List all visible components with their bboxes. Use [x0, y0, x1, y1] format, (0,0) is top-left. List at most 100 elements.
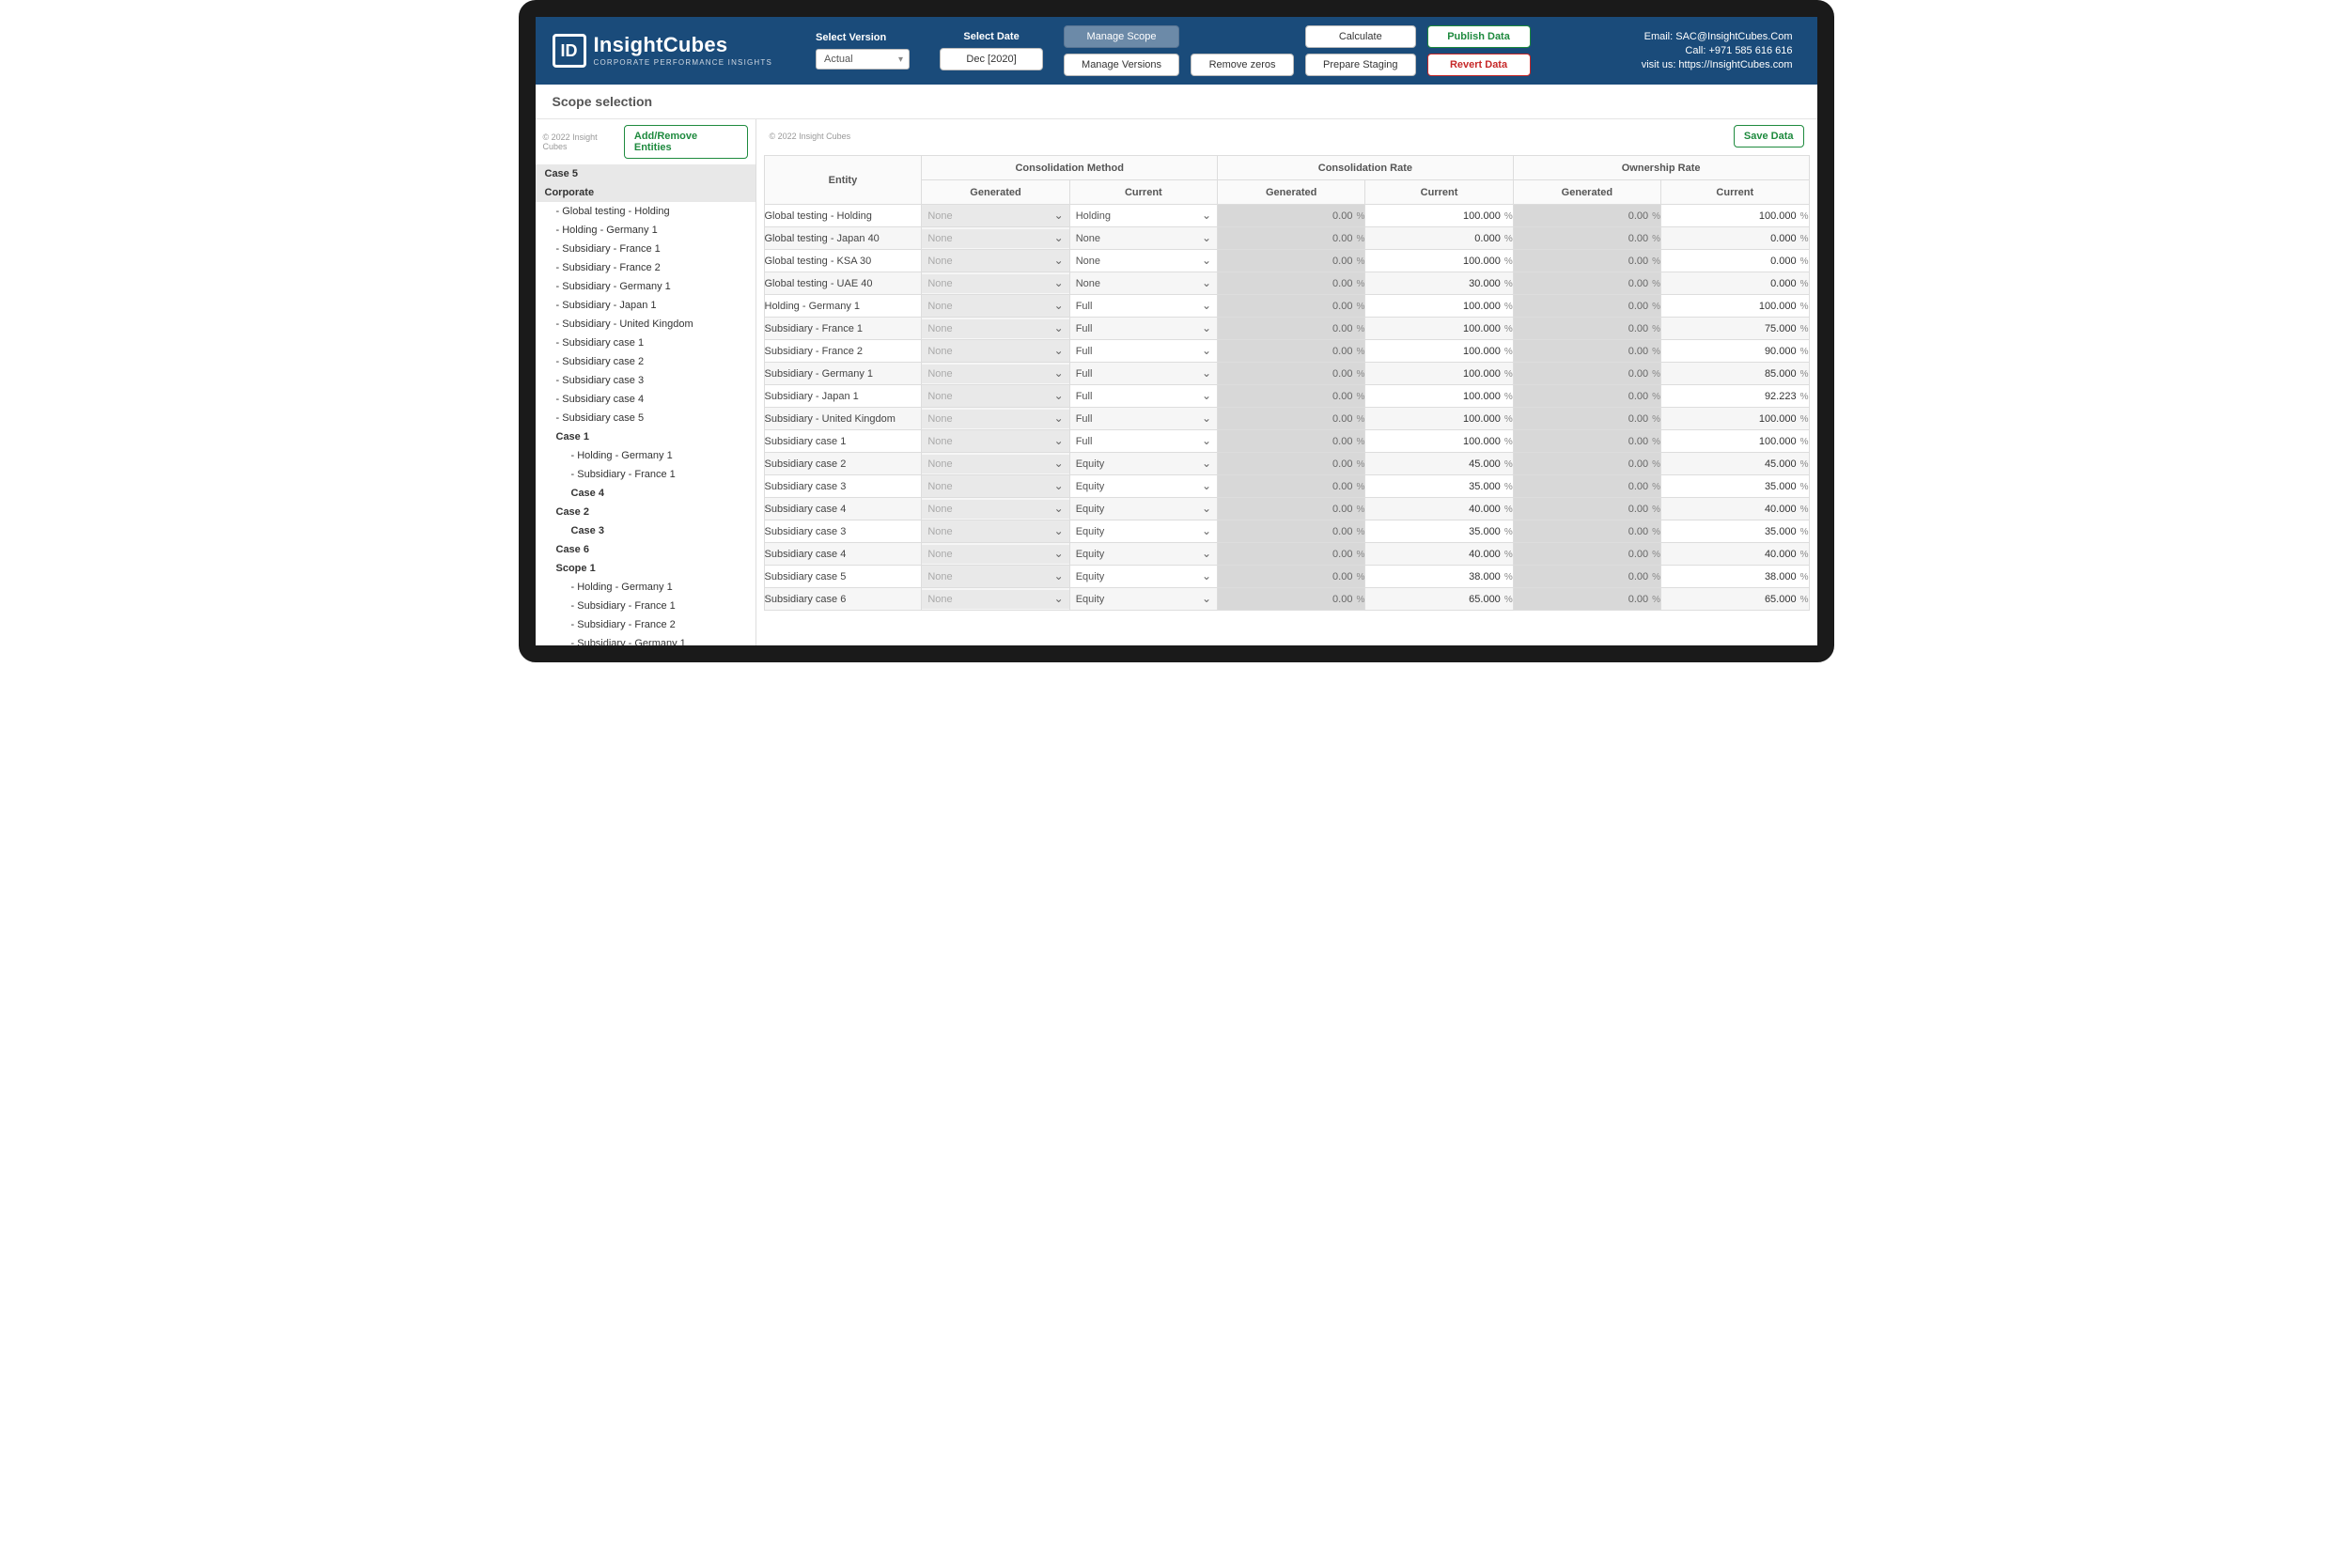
own-current-cell[interactable]: 0.000% — [1661, 272, 1809, 295]
rate-current-cell[interactable]: 100.000% — [1365, 430, 1513, 453]
own-current-cell[interactable]: 100.000% — [1661, 430, 1809, 453]
method-current-select[interactable]: Full — [1070, 297, 1217, 316]
own-current-cell[interactable]: 92.223% — [1661, 385, 1809, 408]
method-current-select[interactable]: Equity — [1070, 590, 1217, 609]
remove-zeros-button[interactable]: Remove zeros — [1191, 54, 1294, 76]
own-current-cell[interactable]: 100.000% — [1661, 408, 1809, 430]
tree-item[interactable]: Subsidiary case 4 — [536, 390, 755, 409]
tree-item[interactable]: Subsidiary - Germany 1 — [536, 634, 755, 645]
tree-item[interactable]: Subsidiary - France 1 — [536, 240, 755, 258]
method-current-select[interactable]: Equity — [1070, 455, 1217, 474]
method-current-select[interactable]: Full — [1070, 387, 1217, 406]
rate-current-cell[interactable]: 100.000% — [1365, 408, 1513, 430]
method-current-cell[interactable]: Equity — [1069, 475, 1217, 498]
method-current-cell[interactable]: Full — [1069, 318, 1217, 340]
method-current-cell[interactable]: None — [1069, 272, 1217, 295]
date-select[interactable]: Dec [2020] — [940, 48, 1043, 70]
rate-current-cell[interactable]: 100.000% — [1365, 385, 1513, 408]
own-current-cell[interactable]: 35.000% — [1661, 475, 1809, 498]
tree-item[interactable]: Subsidiary - Germany 1 — [536, 277, 755, 296]
tree-item[interactable]: Case 4 — [536, 484, 755, 503]
own-current-cell[interactable]: 90.000% — [1661, 340, 1809, 363]
rate-current-cell[interactable]: 45.000% — [1365, 453, 1513, 475]
tree-item[interactable]: Case 5 — [536, 164, 755, 183]
tree-item[interactable]: Holding - Germany 1 — [536, 578, 755, 597]
calculate-button[interactable]: Calculate — [1305, 25, 1416, 48]
manage-scope-button[interactable]: Manage Scope — [1064, 25, 1179, 48]
own-current-cell[interactable]: 100.000% — [1661, 205, 1809, 227]
add-remove-entities-button[interactable]: Add/Remove Entities — [624, 125, 748, 159]
rate-current-cell[interactable]: 65.000% — [1365, 588, 1513, 611]
tree-item[interactable]: Global testing - Holding — [536, 202, 755, 221]
rate-current-cell[interactable]: 40.000% — [1365, 498, 1513, 520]
rate-current-cell[interactable]: 100.000% — [1365, 250, 1513, 272]
rate-current-cell[interactable]: 38.000% — [1365, 566, 1513, 588]
method-current-cell[interactable]: None — [1069, 227, 1217, 250]
rate-current-cell[interactable]: 100.000% — [1365, 340, 1513, 363]
entity-tree[interactable]: Case 5CorporateGlobal testing - HoldingH… — [536, 164, 755, 645]
own-current-cell[interactable]: 85.000% — [1661, 363, 1809, 385]
rate-current-cell[interactable]: 0.000% — [1365, 227, 1513, 250]
tree-item[interactable]: Subsidiary case 3 — [536, 371, 755, 390]
rate-current-cell[interactable]: 30.000% — [1365, 272, 1513, 295]
method-current-cell[interactable]: Full — [1069, 295, 1217, 318]
method-current-cell[interactable]: Equity — [1069, 566, 1217, 588]
save-data-button[interactable]: Save Data — [1734, 125, 1804, 147]
method-current-select[interactable]: Full — [1070, 432, 1217, 451]
tree-item[interactable]: Case 1 — [536, 427, 755, 446]
method-current-select[interactable]: Equity — [1070, 522, 1217, 541]
own-current-cell[interactable]: 100.000% — [1661, 295, 1809, 318]
tree-item[interactable]: Subsidiary - France 1 — [536, 597, 755, 615]
manage-versions-button[interactable]: Manage Versions — [1064, 54, 1179, 76]
method-current-cell[interactable]: None — [1069, 250, 1217, 272]
publish-data-button[interactable]: Publish Data — [1427, 25, 1531, 48]
method-current-select[interactable]: Equity — [1070, 500, 1217, 519]
method-current-cell[interactable]: Equity — [1069, 520, 1217, 543]
method-current-select[interactable]: Equity — [1070, 477, 1217, 496]
method-current-select[interactable]: Full — [1070, 410, 1217, 428]
tree-item[interactable]: Corporate — [536, 183, 755, 202]
tree-item[interactable]: Scope 1 — [536, 559, 755, 578]
own-current-cell[interactable]: 40.000% — [1661, 498, 1809, 520]
method-current-cell[interactable]: Full — [1069, 430, 1217, 453]
own-current-cell[interactable]: 0.000% — [1661, 250, 1809, 272]
rate-current-cell[interactable]: 100.000% — [1365, 295, 1513, 318]
rate-current-cell[interactable]: 40.000% — [1365, 543, 1513, 566]
version-select[interactable]: Actual — [816, 49, 910, 70]
tree-item[interactable]: Subsidiary - France 2 — [536, 615, 755, 634]
rate-current-cell[interactable]: 100.000% — [1365, 318, 1513, 340]
method-current-select[interactable]: Equity — [1070, 545, 1217, 564]
own-current-cell[interactable]: 38.000% — [1661, 566, 1809, 588]
own-current-cell[interactable]: 40.000% — [1661, 543, 1809, 566]
tree-item[interactable]: Subsidiary - United Kingdom — [536, 315, 755, 334]
method-current-select[interactable]: Full — [1070, 342, 1217, 361]
method-current-select[interactable]: Full — [1070, 319, 1217, 338]
prepare-staging-button[interactable]: Prepare Staging — [1305, 54, 1416, 76]
own-current-cell[interactable]: 45.000% — [1661, 453, 1809, 475]
method-current-select[interactable]: Holding — [1070, 207, 1217, 225]
tree-item[interactable]: Holding - Germany 1 — [536, 446, 755, 465]
method-current-cell[interactable]: Full — [1069, 340, 1217, 363]
method-current-select[interactable]: None — [1070, 274, 1217, 293]
tree-item[interactable]: Subsidiary - Japan 1 — [536, 296, 755, 315]
method-current-cell[interactable]: Equity — [1069, 543, 1217, 566]
method-current-select[interactable]: None — [1070, 252, 1217, 271]
tree-item[interactable]: Case 3 — [536, 521, 755, 540]
own-current-cell[interactable]: 0.000% — [1661, 227, 1809, 250]
tree-item[interactable]: Case 2 — [536, 503, 755, 521]
method-current-cell[interactable]: Equity — [1069, 588, 1217, 611]
tree-item[interactable]: Subsidiary - France 1 — [536, 465, 755, 484]
rate-current-cell[interactable]: 35.000% — [1365, 520, 1513, 543]
tree-item[interactable]: Subsidiary case 2 — [536, 352, 755, 371]
method-current-select[interactable]: None — [1070, 229, 1217, 248]
tree-item[interactable]: Case 6 — [536, 540, 755, 559]
own-current-cell[interactable]: 35.000% — [1661, 520, 1809, 543]
revert-data-button[interactable]: Revert Data — [1427, 54, 1531, 76]
own-current-cell[interactable]: 75.000% — [1661, 318, 1809, 340]
method-current-select[interactable]: Equity — [1070, 567, 1217, 586]
tree-item[interactable]: Subsidiary - France 2 — [536, 258, 755, 277]
method-current-cell[interactable]: Full — [1069, 363, 1217, 385]
method-current-cell[interactable]: Holding — [1069, 205, 1217, 227]
rate-current-cell[interactable]: 100.000% — [1365, 205, 1513, 227]
tree-item[interactable]: Holding - Germany 1 — [536, 221, 755, 240]
